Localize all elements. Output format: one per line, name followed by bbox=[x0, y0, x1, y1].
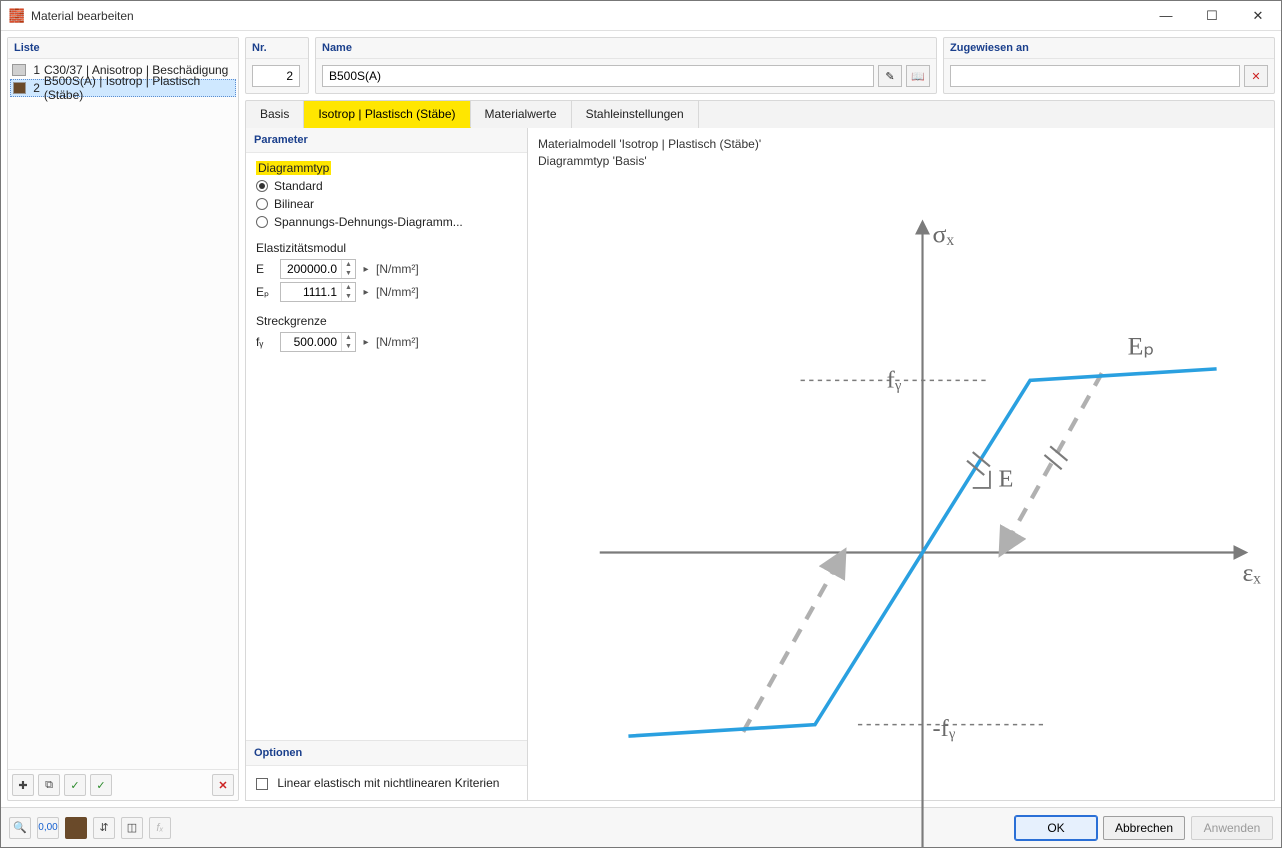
chevron-right-icon[interactable]: ▸ bbox=[362, 283, 370, 301]
close-button[interactable]: ✕ bbox=[1235, 1, 1281, 30]
ep-input[interactable]: ▲▼ bbox=[280, 282, 356, 302]
zugewiesen-box: Zugewiesen an ✕ bbox=[943, 37, 1275, 94]
radio-label: Spannungs-Dehnungs-Diagramm... bbox=[274, 215, 463, 229]
delete-button[interactable]: ✕ bbox=[212, 774, 234, 796]
app-icon: 🧱 bbox=[9, 8, 25, 24]
list-item-label: B500S(A) | Isotrop | Plastisch (Stäbe) bbox=[44, 74, 233, 102]
nr-box: Nr. bbox=[245, 37, 309, 94]
e-unit: [N/mm²] bbox=[376, 262, 419, 276]
liste-area[interactable]: 1 C30/37 | Anisotrop | Beschädigung 2 B5… bbox=[8, 59, 238, 769]
pick-remove-icon[interactable]: ✕ bbox=[1244, 65, 1268, 87]
radio-icon bbox=[256, 180, 268, 192]
fy-label: fᵧ bbox=[887, 366, 902, 393]
select-all-button[interactable]: ✓ bbox=[64, 774, 86, 796]
tabs: Basis Isotrop | Plastisch (Stäbe) Materi… bbox=[245, 100, 1275, 128]
ep-symbol: Eₚ bbox=[256, 285, 274, 299]
chevron-right-icon[interactable]: ▸ bbox=[362, 260, 370, 278]
diagram-title-1: Materialmodell 'Isotrop | Plastisch (Stä… bbox=[538, 136, 1264, 153]
color-swatch-button[interactable]: ■ bbox=[65, 817, 87, 839]
e-input[interactable]: ▲▼ bbox=[280, 259, 356, 279]
radio-label: Standard bbox=[274, 179, 323, 193]
diagrammtyp-label: Diagrammtyp bbox=[256, 161, 331, 175]
tab-materialwerte[interactable]: Materialwerte bbox=[471, 101, 572, 128]
diagram-panel: Materialmodell 'Isotrop | Plastisch (Stä… bbox=[528, 128, 1274, 800]
number-format-button[interactable]: 0,00 bbox=[37, 817, 59, 839]
radio-label: Bilinear bbox=[274, 197, 314, 211]
list-item-index: 2 bbox=[30, 81, 40, 95]
search-tool-button[interactable]: 🔍 bbox=[9, 817, 31, 839]
name-title: Name bbox=[316, 38, 936, 59]
name-input[interactable] bbox=[322, 65, 874, 87]
new-button[interactable]: ✚ bbox=[12, 774, 34, 796]
parameter-panel: Parameter Diagrammtyp Standard Bilinear bbox=[246, 128, 528, 800]
emod-label: Elastizitätsmodul bbox=[256, 241, 517, 255]
liste-panel: Liste 1 C30/37 | Anisotrop | Beschädigun… bbox=[7, 37, 239, 801]
titlebar: 🧱 Material bearbeiten — ☐ ✕ bbox=[1, 1, 1281, 31]
radio-standard[interactable]: Standard bbox=[256, 179, 517, 193]
linear-elastisch-checkbox[interactable]: Linear elastisch mit nichtlinearen Krite… bbox=[256, 776, 499, 790]
list-item[interactable]: 2 B500S(A) | Isotrop | Plastisch (Stäbe) bbox=[10, 79, 236, 97]
name-box: Name ✎ 📖 bbox=[315, 37, 937, 94]
select-used-button[interactable]: ✓ bbox=[90, 774, 112, 796]
radio-sdd[interactable]: Spannungs-Dehnungs-Diagramm... bbox=[256, 215, 517, 229]
fy-unit: [N/mm²] bbox=[376, 335, 419, 349]
diagram-canvas: σₓ εₓ fᵧ -fᵧ E Eₚ bbox=[528, 178, 1274, 848]
chevron-right-icon[interactable]: ▸ bbox=[362, 333, 370, 351]
zugewiesen-input[interactable] bbox=[950, 65, 1240, 87]
eps-label: εₓ bbox=[1242, 558, 1261, 587]
fy-input[interactable]: ▲▼ bbox=[280, 332, 356, 352]
assign-button[interactable]: ⇵ bbox=[93, 817, 115, 839]
copy-button[interactable]: ⧉ bbox=[38, 774, 60, 796]
zugewiesen-title: Zugewiesen an bbox=[944, 38, 1274, 59]
sigma-label: σₓ bbox=[933, 219, 955, 248]
checkbox-icon bbox=[256, 778, 268, 790]
material-swatch bbox=[12, 64, 26, 76]
streck-label: Streckgrenze bbox=[256, 314, 517, 328]
ep-label: Eₚ bbox=[1128, 331, 1155, 360]
liste-toolbar: ✚ ⧉ ✓ ✓ ✕ bbox=[8, 769, 238, 800]
liste-title: Liste bbox=[8, 38, 238, 59]
tab-materialmodell[interactable]: Isotrop | Plastisch (Stäbe) bbox=[304, 101, 470, 128]
list-item-index: 1 bbox=[30, 63, 40, 77]
fx-button[interactable]: fₓ bbox=[149, 817, 171, 839]
maximize-button[interactable]: ☐ bbox=[1189, 1, 1235, 30]
options-panel: Optionen Linear elastisch mit nichtlinea… bbox=[246, 740, 527, 800]
material-swatch bbox=[13, 82, 26, 94]
ep-unit: [N/mm²] bbox=[376, 285, 419, 299]
radio-icon bbox=[256, 216, 268, 228]
neg-fy-label: -fᵧ bbox=[933, 715, 956, 742]
window-title: Material bearbeiten bbox=[31, 9, 1143, 23]
diagram-title-2: Diagrammtyp 'Basis' bbox=[538, 153, 1264, 170]
nr-input[interactable] bbox=[252, 65, 300, 87]
view-button[interactable]: ◫ bbox=[121, 817, 143, 839]
options-title: Optionen bbox=[246, 741, 527, 766]
radio-icon bbox=[256, 198, 268, 210]
tab-stahleinstellungen[interactable]: Stahleinstellungen bbox=[572, 101, 699, 128]
nr-title: Nr. bbox=[246, 38, 308, 59]
tab-basis[interactable]: Basis bbox=[246, 101, 304, 128]
parameter-title: Parameter bbox=[246, 128, 527, 153]
edit-name-icon[interactable]: ✎ bbox=[878, 65, 902, 87]
radio-bilinear[interactable]: Bilinear bbox=[256, 197, 517, 211]
library-icon[interactable]: 📖 bbox=[906, 65, 930, 87]
e-label: E bbox=[999, 465, 1014, 492]
e-symbol: E bbox=[256, 262, 274, 276]
fy-symbol: fᵧ bbox=[256, 335, 274, 349]
minimize-button[interactable]: — bbox=[1143, 1, 1189, 30]
checkbox-label: Linear elastisch mit nichtlinearen Krite… bbox=[277, 776, 499, 790]
